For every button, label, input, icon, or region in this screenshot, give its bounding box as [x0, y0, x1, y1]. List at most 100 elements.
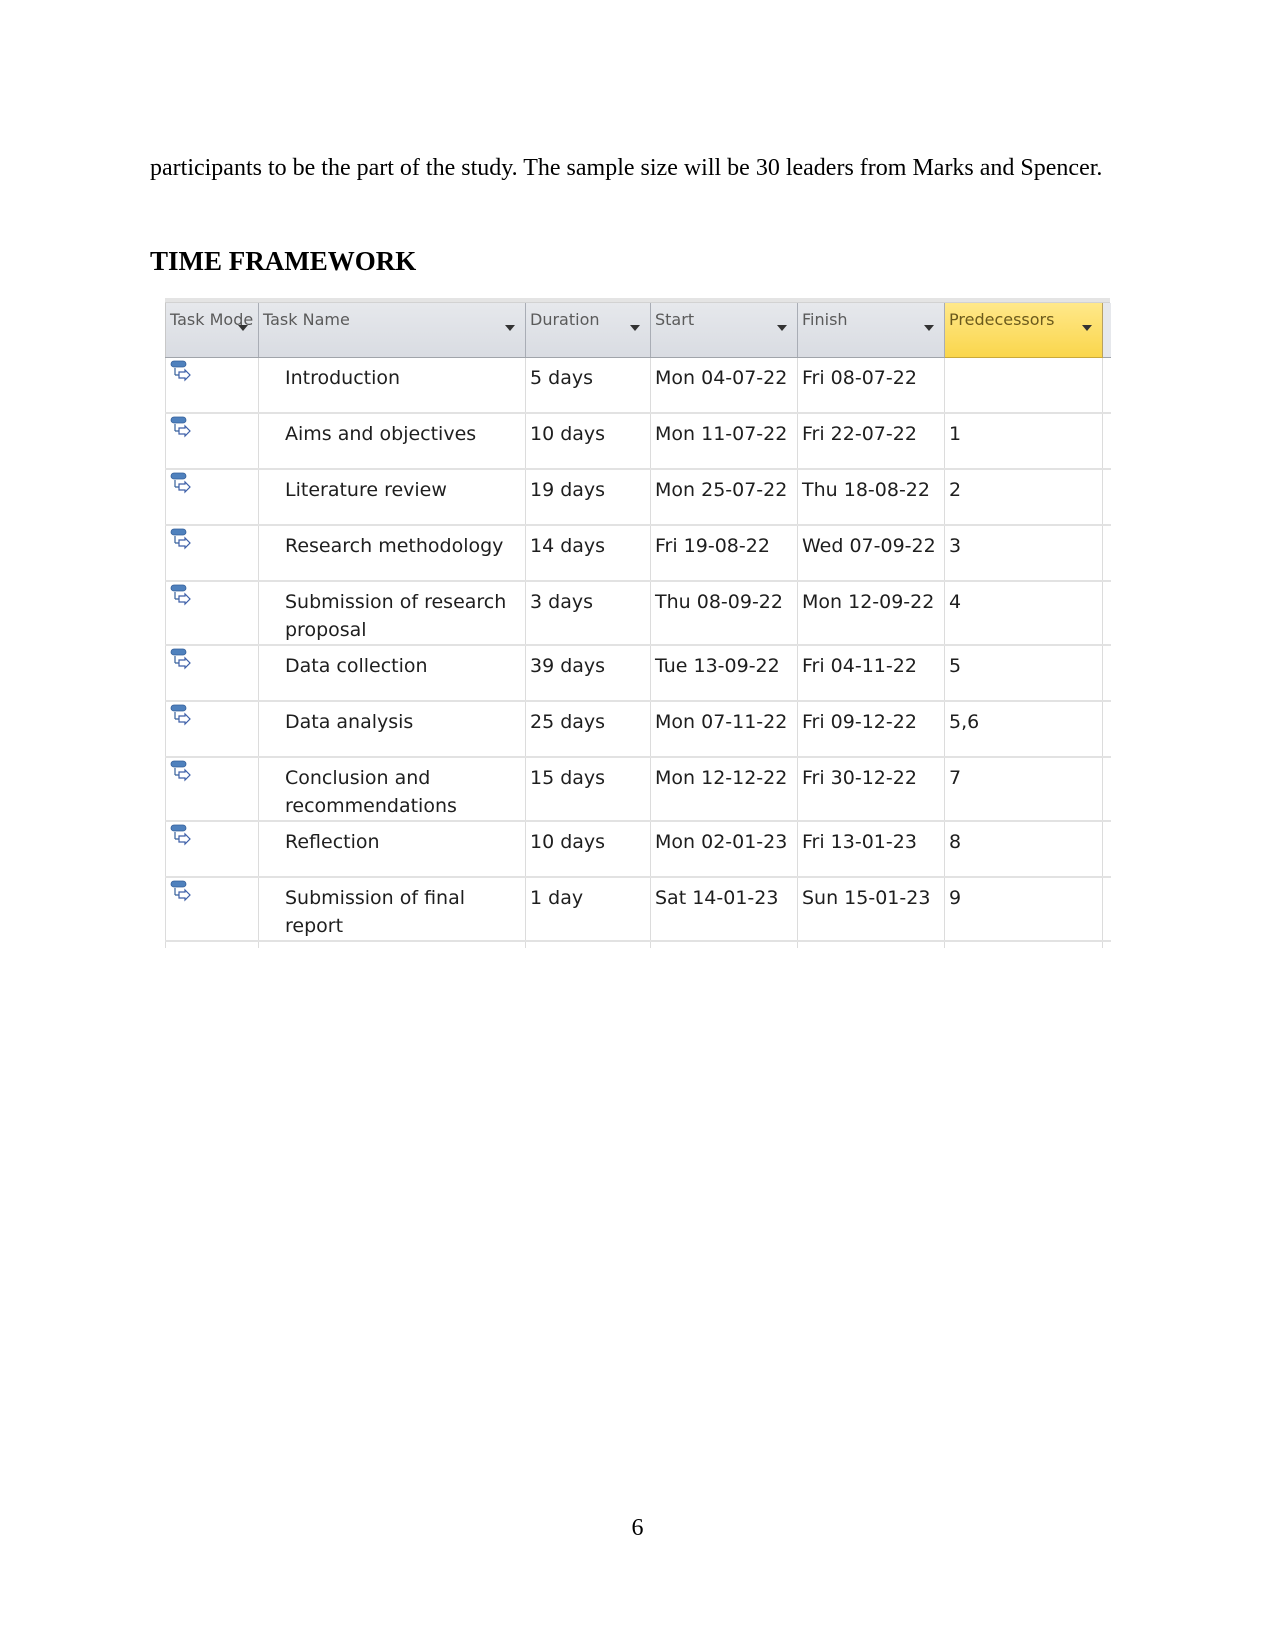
auto-scheduled-task-icon — [170, 584, 191, 606]
row-edge-cell — [1102, 757, 1111, 822]
task-name-cell[interactable]: Conclusion and recommendations — [258, 757, 526, 822]
auto-scheduled-task-icon — [170, 416, 191, 438]
finish-cell[interactable]: Mon 12-09-22 — [797, 581, 945, 646]
task-row[interactable]: Conclusion and recommendations 15 days M… — [165, 757, 1111, 822]
column-header-label: Predecessors — [949, 310, 1055, 329]
auto-scheduled-task-icon — [170, 528, 191, 550]
task-row[interactable]: Submission of final report 1 day Sat 14-… — [165, 877, 1111, 942]
task-mode-cell — [165, 357, 259, 414]
predecessors-cell[interactable]: 2 — [944, 469, 1103, 526]
finish-cell[interactable]: Fri 09-12-22 — [797, 701, 945, 758]
column-header-predecessors[interactable]: Predecessors — [944, 303, 1103, 358]
finish-cell[interactable]: Thu 18-08-22 — [797, 469, 945, 526]
task-name-cell[interactable]: Submission of research proposal — [258, 581, 526, 646]
task-row[interactable]: Aims and objectives 10 days Mon 11-07-22… — [165, 413, 1111, 470]
row-edge-cell — [1102, 701, 1111, 758]
duration-cell[interactable]: 15 days — [525, 757, 651, 822]
row-edge-cell — [1102, 877, 1111, 942]
column-header-start[interactable]: Start — [650, 303, 798, 358]
finish-cell[interactable]: Fri 22-07-22 — [797, 413, 945, 470]
task-name-cell[interactable]: Research methodology — [258, 525, 526, 582]
predecessors-cell[interactable]: 5,6 — [944, 701, 1103, 758]
task-mode-cell — [165, 645, 259, 702]
row-edge-cell — [1102, 581, 1111, 646]
task-mode-cell — [165, 757, 259, 822]
finish-cell[interactable]: Wed 07-09-22 — [797, 525, 945, 582]
finish-cell[interactable]: Fri 30-12-22 — [797, 757, 945, 822]
empty-cell — [165, 941, 259, 948]
start-cell[interactable]: Mon 25-07-22 — [650, 469, 798, 526]
task-mode-cell — [165, 581, 259, 646]
predecessors-cell[interactable]: 8 — [944, 821, 1103, 878]
predecessors-cell[interactable]: 3 — [944, 525, 1103, 582]
empty-cell — [1103, 941, 1111, 948]
duration-cell[interactable]: 1 day — [525, 877, 651, 942]
row-edge-cell — [1102, 821, 1111, 878]
start-cell[interactable]: Mon 04-07-22 — [650, 357, 798, 414]
dropdown-arrow-icon[interactable] — [777, 325, 787, 331]
task-name-cell[interactable]: Introduction — [258, 357, 526, 414]
column-header-task-mode[interactable]: Task Mode — [165, 303, 259, 358]
row-edge-cell — [1102, 645, 1111, 702]
predecessors-cell[interactable]: 1 — [944, 413, 1103, 470]
task-row[interactable]: Literature review 19 days Mon 25-07-22 T… — [165, 469, 1111, 526]
start-cell[interactable]: Mon 07-11-22 — [650, 701, 798, 758]
duration-cell[interactable]: 39 days — [525, 645, 651, 702]
page-number: 6 — [631, 1515, 644, 1541]
auto-scheduled-task-icon — [170, 704, 191, 726]
dropdown-arrow-icon[interactable] — [630, 325, 640, 331]
start-cell[interactable]: Thu 08-09-22 — [650, 581, 798, 646]
task-row[interactable]: Research methodology 14 days Fri 19-08-2… — [165, 525, 1111, 582]
duration-cell[interactable]: 10 days — [525, 821, 651, 878]
duration-cell[interactable]: 5 days — [525, 357, 651, 414]
task-mode-cell — [165, 821, 259, 878]
task-name-cell[interactable]: Reflection — [258, 821, 526, 878]
start-cell[interactable]: Mon 12-12-22 — [650, 757, 798, 822]
predecessors-cell[interactable]: 9 — [944, 877, 1103, 942]
task-name-cell[interactable]: Aims and objectives — [258, 413, 526, 470]
task-row[interactable]: Introduction 5 days Mon 04-07-22 Fri 08-… — [165, 357, 1111, 414]
start-cell[interactable]: Fri 19-08-22 — [650, 525, 798, 582]
auto-scheduled-task-icon — [170, 760, 191, 782]
task-mode-cell — [165, 525, 259, 582]
task-name-cell[interactable]: Literature review — [258, 469, 526, 526]
duration-cell[interactable]: 3 days — [525, 581, 651, 646]
duration-cell[interactable]: 14 days — [525, 525, 651, 582]
column-header-finish[interactable]: Finish — [797, 303, 945, 358]
task-row[interactable]: Data collection 39 days Tue 13-09-22 Fri… — [165, 645, 1111, 702]
task-mode-cell — [165, 701, 259, 758]
column-header-label: Task Name — [263, 310, 350, 329]
predecessors-cell[interactable]: 4 — [944, 581, 1103, 646]
empty-cell — [258, 941, 526, 948]
column-header-task-name[interactable]: Task Name — [258, 303, 526, 358]
auto-scheduled-task-icon — [170, 360, 191, 382]
predecessors-cell[interactable]: 5 — [944, 645, 1103, 702]
task-name-cell[interactable]: Data analysis — [258, 701, 526, 758]
start-cell[interactable]: Mon 11-07-22 — [650, 413, 798, 470]
task-row[interactable]: Submission of research proposal 3 days T… — [165, 581, 1111, 646]
duration-cell[interactable]: 25 days — [525, 701, 651, 758]
task-name-cell[interactable]: Data collection — [258, 645, 526, 702]
duration-cell[interactable]: 19 days — [525, 469, 651, 526]
start-cell[interactable]: Mon 02-01-23 — [650, 821, 798, 878]
finish-cell[interactable]: Sun 15-01-23 — [797, 877, 945, 942]
task-name-cell[interactable]: Submission of final report — [258, 877, 526, 942]
finish-cell[interactable]: Fri 08-07-22 — [797, 357, 945, 414]
task-row[interactable]: Reflection 10 days Mon 02-01-23 Fri 13-0… — [165, 821, 1111, 878]
dropdown-arrow-icon[interactable] — [924, 325, 934, 331]
dropdown-arrow-icon[interactable] — [1082, 325, 1092, 331]
predecessors-cell[interactable] — [944, 357, 1103, 414]
dropdown-arrow-icon[interactable] — [505, 325, 515, 331]
column-header-duration[interactable]: Duration — [525, 303, 651, 358]
dropdown-arrow-icon[interactable] — [238, 325, 248, 331]
finish-cell[interactable]: Fri 04-11-22 — [797, 645, 945, 702]
duration-cell[interactable]: 10 days — [525, 413, 651, 470]
start-cell[interactable]: Tue 13-09-22 — [650, 645, 798, 702]
finish-cell[interactable]: Fri 13-01-23 — [797, 821, 945, 878]
column-header-label: Start — [655, 310, 695, 329]
column-header-truncated — [1102, 303, 1111, 358]
start-cell[interactable]: Sat 14-01-23 — [650, 877, 798, 942]
row-edge-cell — [1102, 525, 1111, 582]
task-row[interactable]: Data analysis 25 days Mon 07-11-22 Fri 0… — [165, 701, 1111, 758]
predecessors-cell[interactable]: 7 — [944, 757, 1103, 822]
